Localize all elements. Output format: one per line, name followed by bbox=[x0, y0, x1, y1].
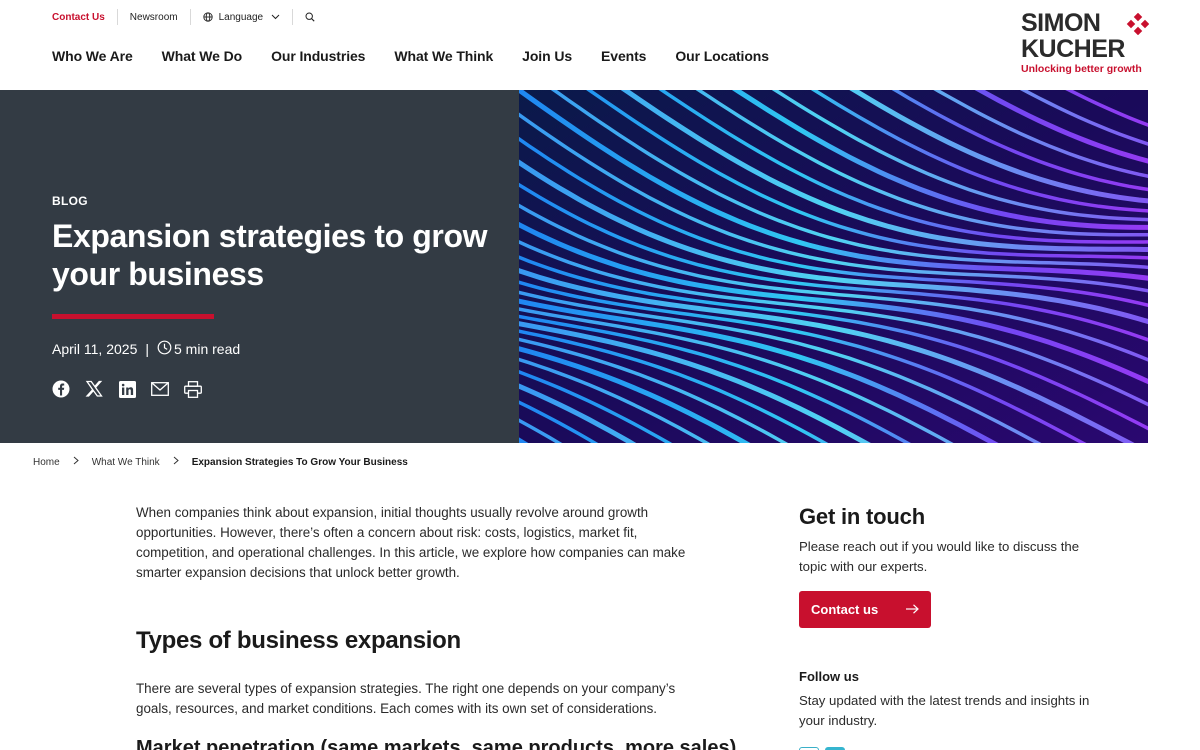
article-category: BLOG bbox=[52, 194, 88, 208]
article-meta: April 11, 2025 | 5 min read bbox=[52, 340, 240, 358]
share-bar bbox=[52, 380, 202, 398]
hero-image bbox=[519, 90, 1148, 443]
subsection-heading: Market penetration (same markets, same p… bbox=[136, 737, 737, 750]
clock-icon bbox=[157, 340, 174, 358]
chevron-right-icon bbox=[173, 456, 179, 468]
chevron-right-icon bbox=[73, 456, 79, 468]
publish-date: April 11, 2025 bbox=[52, 341, 138, 357]
x-icon[interactable] bbox=[85, 380, 103, 398]
logo-tagline: Unlocking better growth bbox=[1021, 63, 1142, 75]
language-selector[interactable]: Language bbox=[189, 9, 293, 25]
contact-us-link[interactable]: Contact Us bbox=[52, 9, 117, 25]
breadcrumb-section[interactable]: What We Think bbox=[92, 457, 160, 468]
hero-right-margin bbox=[1148, 90, 1200, 443]
nav-our-industries[interactable]: Our Industries bbox=[271, 48, 365, 64]
meta-separator: | bbox=[145, 341, 149, 357]
globe-icon bbox=[202, 12, 213, 22]
read-time: 5 min read bbox=[174, 341, 241, 357]
sidebar-title: Get in touch bbox=[799, 504, 925, 529]
page-title: Expansion strategies to grow your busine… bbox=[52, 218, 488, 292]
contact-us-button[interactable]: Contact us bbox=[799, 591, 931, 628]
logo-line-2: KUCHER bbox=[1021, 35, 1125, 63]
follow-us-text: Stay updated with the latest trends and … bbox=[799, 693, 1090, 728]
email-icon[interactable] bbox=[151, 380, 169, 398]
nav-join-us[interactable]: Join Us bbox=[522, 48, 572, 64]
nav-events[interactable]: Events bbox=[601, 48, 646, 64]
print-icon[interactable] bbox=[184, 380, 202, 398]
sidebar-text: Please reach out if you would like to di… bbox=[799, 539, 1080, 574]
nav-our-locations[interactable]: Our Locations bbox=[675, 48, 769, 64]
breadcrumb: Home What We Think Expansion Strategies … bbox=[33, 456, 408, 468]
search-button[interactable] bbox=[292, 9, 327, 25]
article-body: When companies think about expansion, in… bbox=[136, 503, 737, 750]
arrow-right-icon bbox=[906, 602, 919, 617]
nav-what-we-think[interactable]: What We Think bbox=[394, 48, 493, 64]
article-paragraph: There are several types of expansion str… bbox=[136, 681, 676, 716]
title-underline bbox=[52, 314, 214, 319]
contact-us-button-label: Contact us bbox=[811, 602, 879, 617]
section-heading: Types of business expansion bbox=[136, 627, 461, 654]
main-nav: Who We Are What We Do Our Industries Wha… bbox=[52, 48, 798, 64]
language-label: Language bbox=[218, 11, 264, 23]
chevron-down-icon bbox=[271, 14, 280, 20]
contact-sidebar: Get in touch Please reach out if you wou… bbox=[799, 504, 1099, 750]
hero-banner: BLOG Expansion strategies to grow your b… bbox=[0, 90, 1200, 443]
breadcrumb-current: Expansion Strategies To Grow Your Busine… bbox=[191, 456, 408, 468]
article-intro: When companies think about expansion, in… bbox=[136, 505, 686, 580]
nav-what-we-do[interactable]: What We Do bbox=[162, 48, 243, 64]
utility-bar: Contact Us Newsroom Language bbox=[52, 0, 327, 34]
search-icon bbox=[305, 12, 315, 22]
breadcrumb-home[interactable]: Home bbox=[33, 457, 60, 468]
nav-who-we-are[interactable]: Who We Are bbox=[52, 48, 133, 64]
facebook-icon[interactable] bbox=[52, 380, 70, 398]
newsroom-link[interactable]: Newsroom bbox=[116, 9, 190, 25]
linkedin-icon[interactable] bbox=[118, 380, 136, 398]
company-logo[interactable]: SIMON KUCHER Unlocking better growth bbox=[1021, 10, 1151, 80]
logo-diamonds-icon bbox=[1126, 13, 1149, 35]
follow-us-title: Follow us bbox=[799, 669, 859, 684]
